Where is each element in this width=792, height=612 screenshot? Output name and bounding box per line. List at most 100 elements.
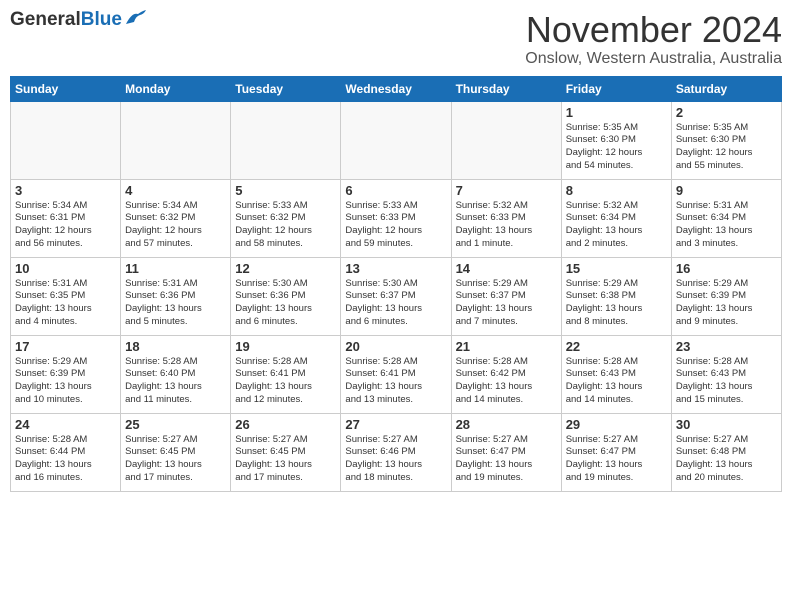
calendar-cell: 24 Sunrise: 5:28 AM Sunset: 6:44 PM Dayli… — [11, 413, 121, 491]
weekday-header-monday: Monday — [121, 76, 231, 101]
day-info: Sunrise: 5:33 AM Sunset: 6:33 PM Dayligh… — [345, 200, 446, 251]
day-number: 7 — [456, 183, 557, 198]
weekday-header-thursday: Thursday — [451, 76, 561, 101]
calendar-cell: 7 Sunrise: 5:32 AM Sunset: 6:33 PM Daylig… — [451, 179, 561, 257]
day-info: Sunrise: 5:29 AM Sunset: 6:37 PM Dayligh… — [456, 278, 557, 329]
day-info: Sunrise: 5:31 AM Sunset: 6:36 PM Dayligh… — [125, 278, 226, 329]
day-info: Sunrise: 5:27 AM Sunset: 6:47 PM Dayligh… — [456, 434, 557, 485]
calendar-header-row: SundayMondayTuesdayWednesdayThursdayFrid… — [11, 76, 782, 101]
day-info: Sunrise: 5:28 AM Sunset: 6:41 PM Dayligh… — [235, 356, 336, 407]
calendar-cell: 8 Sunrise: 5:32 AM Sunset: 6:34 PM Daylig… — [561, 179, 671, 257]
calendar-cell: 5 Sunrise: 5:33 AM Sunset: 6:32 PM Daylig… — [231, 179, 341, 257]
day-number: 10 — [15, 261, 116, 276]
day-info: Sunrise: 5:27 AM Sunset: 6:46 PM Dayligh… — [345, 434, 446, 485]
day-number: 16 — [676, 261, 777, 276]
month-title: November 2024 — [525, 10, 782, 50]
day-number: 4 — [125, 183, 226, 198]
calendar-cell: 3 Sunrise: 5:34 AM Sunset: 6:31 PM Daylig… — [11, 179, 121, 257]
calendar-cell: 13 Sunrise: 5:30 AM Sunset: 6:37 PM Dayli… — [341, 257, 451, 335]
calendar-cell — [231, 101, 341, 179]
day-number: 20 — [345, 339, 446, 354]
calendar-cell: 20 Sunrise: 5:28 AM Sunset: 6:41 PM Dayli… — [341, 335, 451, 413]
day-info: Sunrise: 5:31 AM Sunset: 6:35 PM Dayligh… — [15, 278, 116, 329]
day-info: Sunrise: 5:31 AM Sunset: 6:34 PM Dayligh… — [676, 200, 777, 251]
day-info: Sunrise: 5:28 AM Sunset: 6:44 PM Dayligh… — [15, 434, 116, 485]
weekday-header-friday: Friday — [561, 76, 671, 101]
calendar-cell: 21 Sunrise: 5:28 AM Sunset: 6:42 PM Dayli… — [451, 335, 561, 413]
calendar-cell: 28 Sunrise: 5:27 AM Sunset: 6:47 PM Dayli… — [451, 413, 561, 491]
calendar-cell: 6 Sunrise: 5:33 AM Sunset: 6:33 PM Daylig… — [341, 179, 451, 257]
day-info: Sunrise: 5:27 AM Sunset: 6:45 PM Dayligh… — [125, 434, 226, 485]
logo-text: GeneralBlue — [10, 10, 122, 29]
day-info: Sunrise: 5:35 AM Sunset: 6:30 PM Dayligh… — [676, 122, 777, 173]
weekday-header-tuesday: Tuesday — [231, 76, 341, 101]
calendar-cell: 19Sunrise: 5:28 AM Sunset: 6:41 PM Dayli… — [231, 335, 341, 413]
calendar-week-row: 1Sunrise: 5:35 AM Sunset: 6:30 PM Daylig… — [11, 101, 782, 179]
day-number: 3 — [15, 183, 116, 198]
day-info: Sunrise: 5:29 AM Sunset: 6:38 PM Dayligh… — [566, 278, 667, 329]
day-info: Sunrise: 5:35 AM Sunset: 6:30 PM Dayligh… — [566, 122, 667, 173]
location-subtitle: Onslow, Western Australia, Australia — [525, 50, 782, 68]
day-number: 25 — [125, 417, 226, 432]
calendar-cell: 4 Sunrise: 5:34 AM Sunset: 6:32 PM Daylig… — [121, 179, 231, 257]
calendar-cell: 26Sunrise: 5:27 AM Sunset: 6:45 PM Dayli… — [231, 413, 341, 491]
day-info: Sunrise: 5:32 AM Sunset: 6:33 PM Dayligh… — [456, 200, 557, 251]
day-info: Sunrise: 5:34 AM Sunset: 6:32 PM Dayligh… — [125, 200, 226, 251]
day-info: Sunrise: 5:28 AM Sunset: 6:42 PM Dayligh… — [456, 356, 557, 407]
calendar-cell: 23Sunrise: 5:28 AM Sunset: 6:43 PM Dayli… — [671, 335, 781, 413]
calendar-cell: 22Sunrise: 5:28 AM Sunset: 6:43 PM Dayli… — [561, 335, 671, 413]
calendar-cell: 10 Sunrise: 5:31 AM Sunset: 6:35 PM Dayli… — [11, 257, 121, 335]
calendar-week-row: 17 Sunrise: 5:29 AM Sunset: 6:39 PM Dayli… — [11, 335, 782, 413]
day-number: 17 — [15, 339, 116, 354]
calendar-cell: 12Sunrise: 5:30 AM Sunset: 6:36 PM Dayli… — [231, 257, 341, 335]
day-number: 8 — [566, 183, 667, 198]
calendar-cell: 16Sunrise: 5:29 AM Sunset: 6:39 PM Dayli… — [671, 257, 781, 335]
calendar-cell: 18 Sunrise: 5:28 AM Sunset: 6:40 PM Dayli… — [121, 335, 231, 413]
day-number: 24 — [15, 417, 116, 432]
day-number: 18 — [125, 339, 226, 354]
day-info: Sunrise: 5:30 AM Sunset: 6:37 PM Dayligh… — [345, 278, 446, 329]
calendar-cell: 27 Sunrise: 5:27 AM Sunset: 6:46 PM Dayli… — [341, 413, 451, 491]
day-info: Sunrise: 5:32 AM Sunset: 6:34 PM Dayligh… — [566, 200, 667, 251]
logo-bird-icon — [124, 10, 146, 26]
calendar-cell: 9 Sunrise: 5:31 AM Sunset: 6:34 PM Daylig… — [671, 179, 781, 257]
calendar-cell: 29Sunrise: 5:27 AM Sunset: 6:47 PM Dayli… — [561, 413, 671, 491]
calendar-cell — [11, 101, 121, 179]
day-info: Sunrise: 5:28 AM Sunset: 6:41 PM Dayligh… — [345, 356, 446, 407]
weekday-header-wednesday: Wednesday — [341, 76, 451, 101]
weekday-header-sunday: Sunday — [11, 76, 121, 101]
calendar-cell — [121, 101, 231, 179]
calendar-cell: 15Sunrise: 5:29 AM Sunset: 6:38 PM Dayli… — [561, 257, 671, 335]
day-number: 11 — [125, 261, 226, 276]
day-number: 29 — [566, 417, 667, 432]
day-info: Sunrise: 5:34 AM Sunset: 6:31 PM Dayligh… — [15, 200, 116, 251]
day-number: 5 — [235, 183, 336, 198]
weekday-header-saturday: Saturday — [671, 76, 781, 101]
day-number: 28 — [456, 417, 557, 432]
calendar-cell: 25 Sunrise: 5:27 AM Sunset: 6:45 PM Dayli… — [121, 413, 231, 491]
calendar-cell: 11 Sunrise: 5:31 AM Sunset: 6:36 PM Dayli… — [121, 257, 231, 335]
calendar-cell — [341, 101, 451, 179]
calendar-table: SundayMondayTuesdayWednesdayThursdayFrid… — [10, 76, 782, 492]
day-number: 22 — [566, 339, 667, 354]
day-info: Sunrise: 5:28 AM Sunset: 6:40 PM Dayligh… — [125, 356, 226, 407]
logo: GeneralBlue — [10, 10, 146, 29]
day-number: 21 — [456, 339, 557, 354]
day-info: Sunrise: 5:27 AM Sunset: 6:48 PM Dayligh… — [676, 434, 777, 485]
calendar-cell: 14 Sunrise: 5:29 AM Sunset: 6:37 PM Dayli… — [451, 257, 561, 335]
day-number: 13 — [345, 261, 446, 276]
day-number: 27 — [345, 417, 446, 432]
calendar-cell: 1Sunrise: 5:35 AM Sunset: 6:30 PM Daylig… — [561, 101, 671, 179]
calendar-week-row: 10 Sunrise: 5:31 AM Sunset: 6:35 PM Dayli… — [11, 257, 782, 335]
day-info: Sunrise: 5:33 AM Sunset: 6:32 PM Dayligh… — [235, 200, 336, 251]
day-number: 30 — [676, 417, 777, 432]
day-number: 26 — [235, 417, 336, 432]
calendar-week-row: 3 Sunrise: 5:34 AM Sunset: 6:31 PM Daylig… — [11, 179, 782, 257]
day-info: Sunrise: 5:30 AM Sunset: 6:36 PM Dayligh… — [235, 278, 336, 329]
day-number: 9 — [676, 183, 777, 198]
day-number: 14 — [456, 261, 557, 276]
calendar-cell: 17 Sunrise: 5:29 AM Sunset: 6:39 PM Dayli… — [11, 335, 121, 413]
day-number: 6 — [345, 183, 446, 198]
calendar-cell: 2Sunrise: 5:35 AM Sunset: 6:30 PM Daylig… — [671, 101, 781, 179]
day-info: Sunrise: 5:29 AM Sunset: 6:39 PM Dayligh… — [15, 356, 116, 407]
